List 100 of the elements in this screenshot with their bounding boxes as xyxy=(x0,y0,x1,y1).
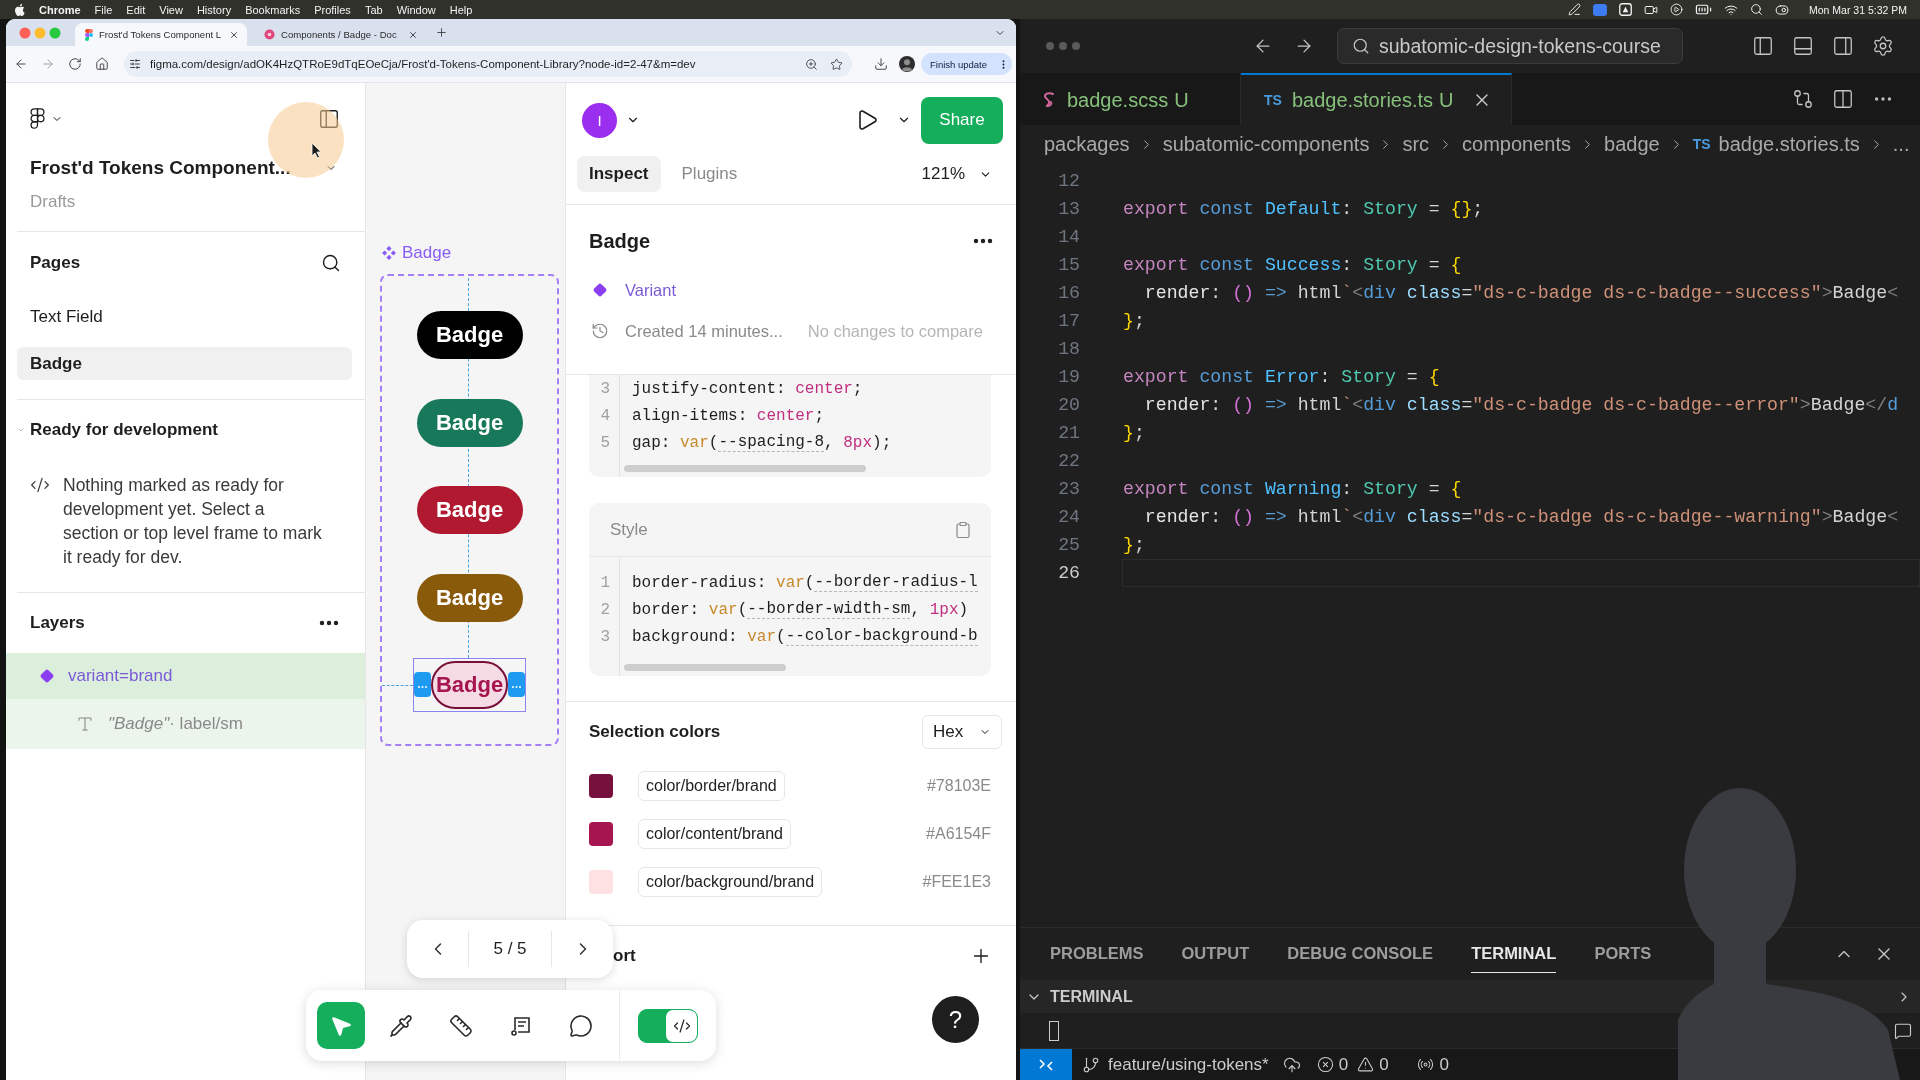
clock[interactable]: Mon Mar 31 5:32 PM xyxy=(1808,3,1907,16)
sidebar-toggle-icon[interactable] xyxy=(318,108,340,130)
app-menu[interactable]: Chrome xyxy=(39,3,81,16)
breadcrumb-item[interactable]: subatomic-components xyxy=(1162,132,1370,156)
panel-tab[interactable]: TERMINAL xyxy=(1471,935,1557,973)
breadcrumb-item[interactable]: components xyxy=(1462,132,1572,156)
diamond-icon xyxy=(40,669,54,683)
remote-button[interactable] xyxy=(1020,1049,1072,1080)
layer-row[interactable]: variant=brand xyxy=(6,653,365,699)
editor-tab[interactable]: TS badge.stories.ts U xyxy=(1241,73,1512,125)
address-bar[interactable]: figma.com/design/adOK4HzQTRoE9dTqEOeCja/Frost'd-Tokens-Component-Library?node-id=2-47&m=dev xyxy=(124,51,852,77)
comment-icon xyxy=(569,1013,593,1038)
menu-item[interactable]: Bookmarks xyxy=(245,3,301,16)
toggle-icon[interactable] xyxy=(1774,2,1789,17)
settings-icon[interactable] xyxy=(1872,35,1894,57)
wifi-icon[interactable] xyxy=(1723,2,1738,17)
cloud-upload-icon[interactable] xyxy=(1282,1055,1301,1074)
guide-line xyxy=(382,685,413,686)
menu-item[interactable]: File xyxy=(94,3,113,16)
panel-tab[interactable]: PROBLEMS xyxy=(1050,935,1144,973)
play-circle-icon[interactable] xyxy=(1669,3,1683,16)
star-icon[interactable] xyxy=(830,57,843,71)
panel-left-icon[interactable] xyxy=(1752,35,1774,57)
badge[interactable]: Badge xyxy=(416,486,523,534)
panel-tab[interactable]: OUTPUT xyxy=(1181,935,1250,973)
breadcrumb-item[interactable]: badge xyxy=(1604,132,1660,156)
split-editor-icon[interactable] xyxy=(1832,88,1854,110)
badge[interactable]: Badge xyxy=(431,661,508,709)
plus-icon[interactable] xyxy=(435,26,448,39)
page-item[interactable]: Text Field xyxy=(17,300,352,333)
square-icon[interactable] xyxy=(1592,3,1607,16)
branch-button[interactable]: feature/using-tokens* xyxy=(1082,1050,1269,1079)
breadcrumb-item[interactable]: TS badge.stories.ts xyxy=(1692,132,1860,156)
panel-tab[interactable]: DEBUG CONSOLE xyxy=(1287,935,1434,973)
badge[interactable]: Badge xyxy=(416,398,523,447)
user-avatar[interactable]: I xyxy=(582,102,617,138)
dev-mode-toggle[interactable] xyxy=(638,1008,698,1043)
menu-item[interactable]: Tab xyxy=(364,3,383,16)
line-number: 1 xyxy=(599,572,611,594)
compare-icon[interactable] xyxy=(1792,88,1814,110)
command-search-field[interactable]: subatomic-design-tokens-course xyxy=(1337,28,1683,64)
zoom-in-icon[interactable] xyxy=(805,57,818,71)
reload-icon[interactable] xyxy=(68,57,82,71)
search-icon[interactable] xyxy=(321,253,341,273)
search-icon[interactable] xyxy=(1749,3,1763,16)
component-frame[interactable]: Badge Badge Badge Badge Badge xyxy=(380,274,559,746)
code-line: render: () => html`<div class="ds-c-badge ds-c-badge--warning">Badge< xyxy=(1143,506,1900,529)
browser-tab[interactable]: Frost'd Tokens Component L xyxy=(75,23,247,46)
section-heading: TERMINAL xyxy=(1050,987,1133,1006)
ring-favicon-icon xyxy=(264,29,275,40)
frame-label[interactable]: Badge xyxy=(402,243,452,263)
finish-update-button[interactable]: Finish update xyxy=(921,53,1012,75)
home-icon[interactable] xyxy=(95,57,109,71)
resize-handle[interactable] xyxy=(414,672,431,697)
triangle-square-icon[interactable] xyxy=(1618,3,1632,16)
token-chip[interactable]: color/background/brand xyxy=(638,867,823,897)
avatar-icon[interactable] xyxy=(899,56,915,72)
line-number: 18 xyxy=(1057,339,1080,359)
line-number: 14 xyxy=(1057,227,1080,247)
line-number: 19 xyxy=(1057,367,1080,387)
breadcrumb-item[interactable]: packages xyxy=(1044,132,1130,156)
format-dropdown[interactable]: Hex xyxy=(922,715,1002,749)
problems-button[interactable]: 0 0 xyxy=(1316,1050,1389,1079)
menu-item[interactable]: Window xyxy=(396,3,436,16)
ports-button[interactable]: 0 xyxy=(1416,1050,1450,1079)
menu-item[interactable]: View xyxy=(159,3,183,16)
token-chip[interactable]: color/border/brand xyxy=(638,771,785,801)
panel-right-icon[interactable] xyxy=(1832,35,1854,57)
panel-tab[interactable]: PORTS xyxy=(1594,935,1652,973)
menu-item[interactable]: Help xyxy=(449,3,473,16)
panel-tab[interactable]: Inspect xyxy=(577,156,661,192)
token-chip[interactable]: color/content/brand xyxy=(638,819,791,849)
badge[interactable]: Badge xyxy=(416,311,523,359)
page-item[interactable]: Badge xyxy=(17,347,352,380)
selection-box[interactable]: Badge xyxy=(413,658,526,712)
badge[interactable]: Badge xyxy=(416,573,523,622)
sliders-icon[interactable] xyxy=(129,58,141,70)
pen-icon[interactable] xyxy=(1567,3,1581,16)
window-controls-icon[interactable] xyxy=(1046,42,1080,50)
download-icon[interactable] xyxy=(874,57,888,71)
resize-handle[interactable] xyxy=(508,672,525,697)
diamond-icon xyxy=(593,283,607,297)
breadcrumb-item[interactable]: ... xyxy=(1892,132,1910,156)
line-number: 22 xyxy=(1057,451,1080,471)
scrollbar[interactable] xyxy=(624,664,786,671)
clipboard-icon[interactable] xyxy=(954,520,972,539)
menu-item[interactable]: History xyxy=(196,3,232,16)
chat-icon[interactable] xyxy=(1894,1022,1912,1040)
close-icon[interactable] xyxy=(408,29,418,40)
figma-logo-icon[interactable] xyxy=(30,108,45,130)
panel-bottom-icon[interactable] xyxy=(1792,35,1814,57)
close-icon[interactable] xyxy=(229,29,239,40)
browser-tab[interactable]: Components / Badge - Doc xyxy=(254,23,426,46)
apple-logo-icon[interactable] xyxy=(14,3,25,16)
breadcrumb-item[interactable]: src xyxy=(1402,132,1430,156)
zoom-dropdown[interactable]: 121% xyxy=(921,164,992,184)
menu-item[interactable]: Profiles xyxy=(314,3,351,16)
menu-item[interactable]: Edit xyxy=(126,3,146,16)
file-title[interactable]: Frost'd Tokens Component... xyxy=(30,157,291,179)
scrollbar[interactable] xyxy=(624,465,866,472)
